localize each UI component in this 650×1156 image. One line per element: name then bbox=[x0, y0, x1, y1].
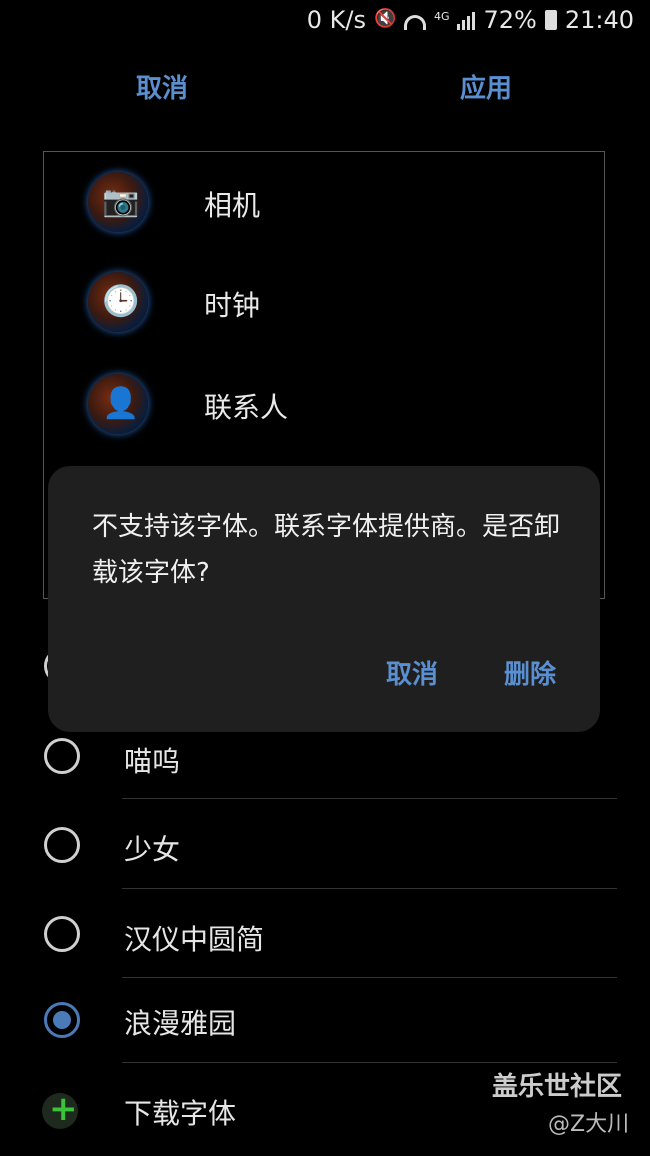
font-label-langman[interactable]: 浪漫雅园 bbox=[124, 1002, 236, 1042]
preview-app-clock: 🕒 时钟 bbox=[88, 272, 488, 342]
font-label-hanyi[interactable]: 汉仪中圆简 bbox=[124, 918, 264, 958]
divider bbox=[122, 1062, 617, 1063]
app-label: 时钟 bbox=[204, 289, 261, 322]
font-radio-miaowu[interactable] bbox=[44, 738, 80, 774]
battery-percent: 72% bbox=[483, 6, 537, 34]
font-label-miaowu[interactable]: 喵呜 bbox=[124, 740, 180, 780]
download-fonts-link[interactable]: 下载字体 bbox=[124, 1092, 236, 1132]
watermark-author: @Z大川 bbox=[548, 1112, 630, 1137]
uninstall-font-dialog: 不支持该字体。联系字体提供商。是否卸载该字体? 取消 删除 bbox=[48, 466, 600, 732]
network-type: 4G bbox=[433, 10, 450, 23]
font-radio-langman-selected[interactable] bbox=[44, 1002, 80, 1038]
net-speed: 0 K/s bbox=[306, 6, 366, 34]
status-bar: 0 K/s 4G 72% 21:40 bbox=[0, 0, 650, 40]
preview-app-contacts: 👤 联系人 bbox=[88, 374, 488, 444]
preview-app-camera: 📷 相机 bbox=[88, 172, 488, 242]
font-radio-hanyi[interactable] bbox=[44, 916, 80, 952]
app-label: 相机 bbox=[204, 189, 261, 222]
app-label: 联系人 bbox=[204, 391, 289, 424]
camera-icon: 📷 bbox=[88, 172, 148, 232]
divider bbox=[122, 977, 617, 978]
cancel-button[interactable]: 取消 bbox=[136, 68, 188, 105]
clock-icon: 🕒 bbox=[88, 272, 148, 332]
mute-icon bbox=[374, 8, 396, 30]
wifi-icon bbox=[403, 14, 426, 30]
contacts-icon: 👤 bbox=[88, 374, 148, 434]
font-label-shaonu[interactable]: 少女 bbox=[124, 828, 180, 868]
divider bbox=[122, 798, 617, 799]
dialog-delete-button[interactable]: 删除 bbox=[504, 654, 556, 691]
top-action-bar: 取消 应用 bbox=[0, 60, 650, 110]
apply-button[interactable]: 应用 bbox=[460, 68, 512, 105]
dialog-cancel-button[interactable]: 取消 bbox=[386, 654, 438, 691]
clock-time: 21:40 bbox=[564, 6, 634, 34]
dialog-message: 不支持该字体。联系字体提供商。是否卸载该字体? bbox=[92, 512, 561, 588]
font-radio-shaonu[interactable] bbox=[44, 827, 80, 863]
add-icon[interactable] bbox=[42, 1089, 78, 1129]
watermark-site: 盖乐世社区 bbox=[492, 1072, 623, 1102]
battery-icon bbox=[544, 10, 557, 30]
divider bbox=[122, 888, 617, 889]
signal-icon bbox=[457, 10, 476, 30]
